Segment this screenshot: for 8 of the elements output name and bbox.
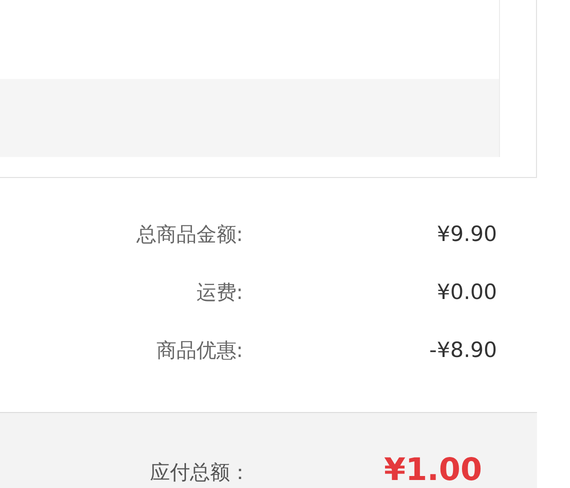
- summary-label: 运费:: [195, 278, 243, 306]
- summary-value: -¥8.90: [428, 338, 497, 362]
- summary-value: ¥9.90: [436, 222, 497, 246]
- summary-value: ¥0.00: [436, 280, 497, 304]
- total-amount: ¥1.00: [384, 455, 482, 486]
- summary-label: 总商品金额:: [135, 220, 243, 248]
- summary-label: 商品优惠:: [155, 336, 243, 364]
- total-label: 应付总额：: [149, 459, 250, 486]
